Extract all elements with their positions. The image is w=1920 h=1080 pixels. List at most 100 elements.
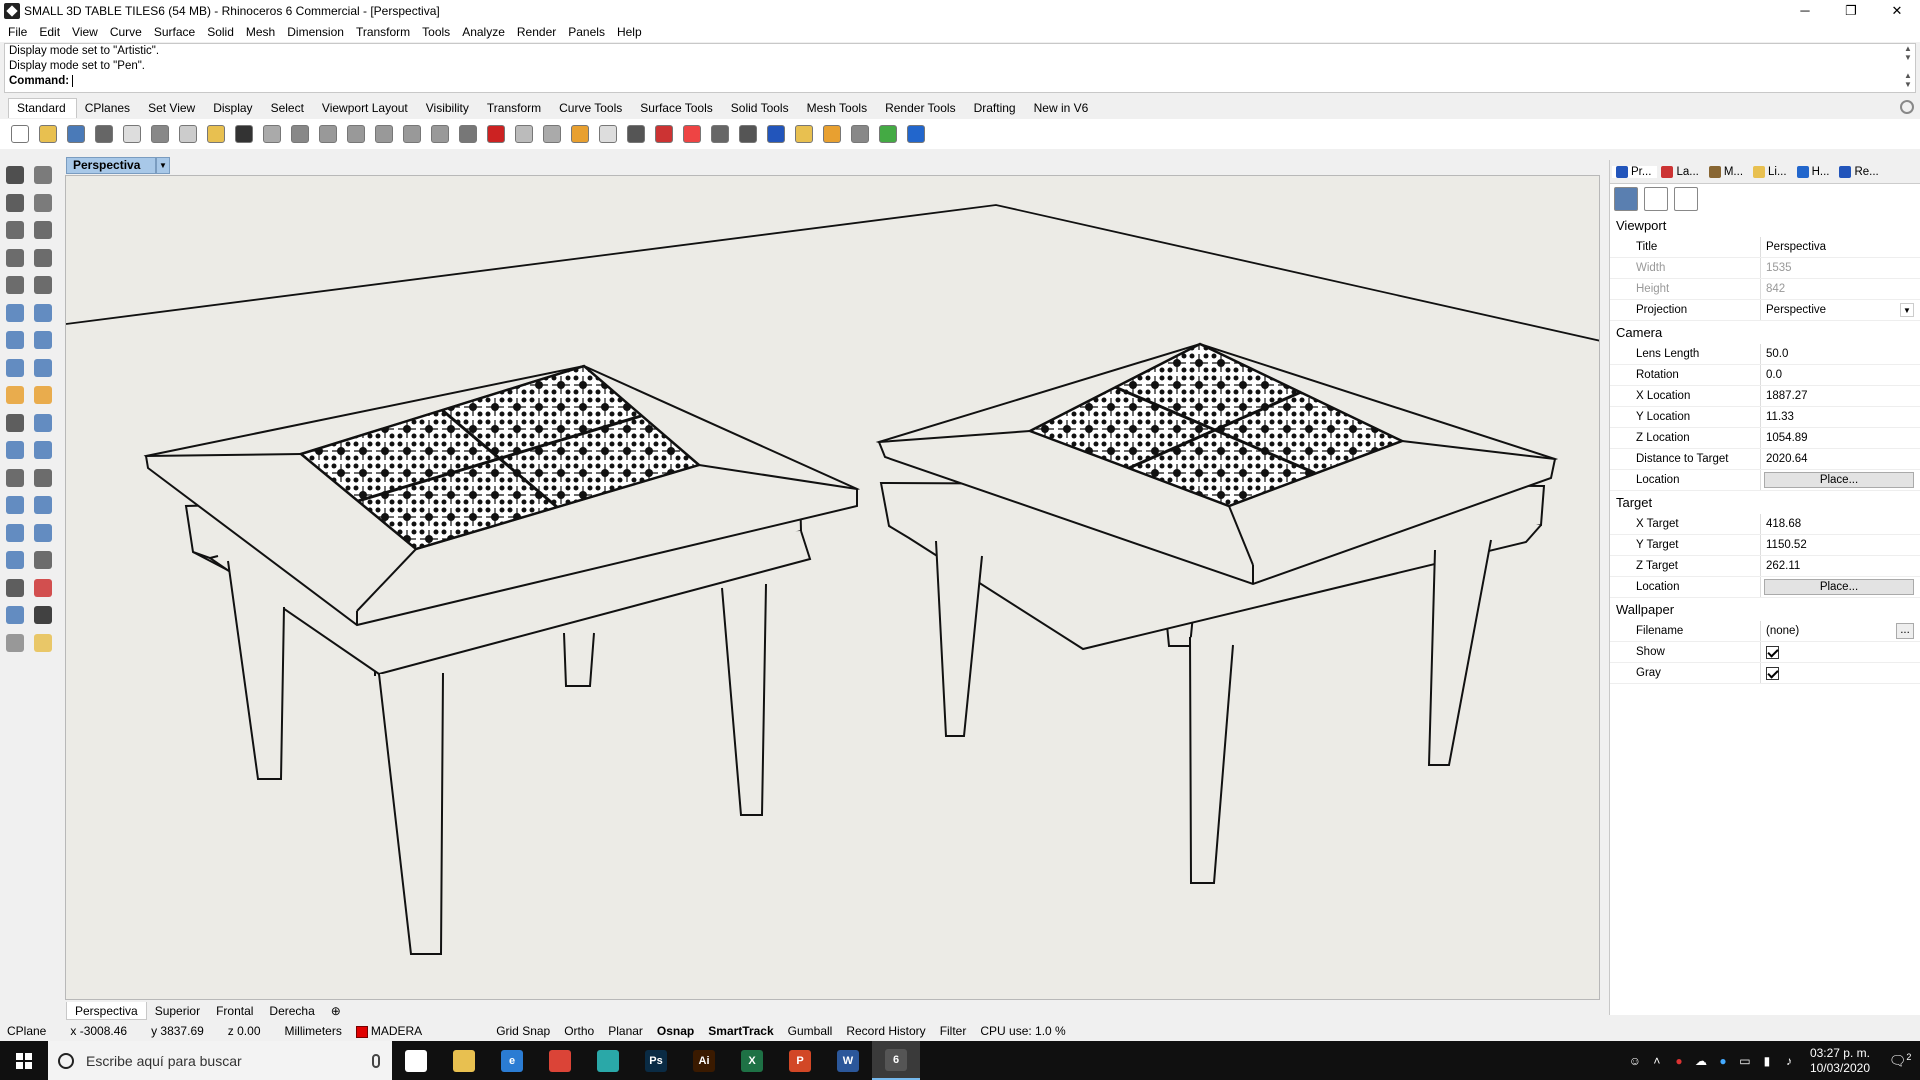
close-button[interactable]: ✕	[1874, 0, 1920, 22]
open-icon[interactable]	[36, 122, 60, 146]
edge-icon[interactable]: e	[488, 1041, 536, 1080]
circle-icon[interactable]	[3, 218, 27, 242]
word-icon[interactable]: W	[824, 1041, 872, 1080]
arc-icon[interactable]	[3, 246, 27, 270]
camera-icon[interactable]	[1614, 187, 1638, 211]
distance-to-target-field[interactable]: 2020.64	[1760, 449, 1920, 469]
join-icon[interactable]	[3, 438, 27, 462]
command-line[interactable]: Command:	[5, 74, 1915, 89]
zoom-selected-icon[interactable]	[400, 122, 424, 146]
extrude-curve-icon[interactable]	[3, 301, 27, 325]
shaded-icon[interactable]	[708, 122, 732, 146]
flashlight-icon[interactable]	[792, 122, 816, 146]
rhino-app-icon[interactable]	[4, 3, 20, 19]
text-icon[interactable]	[3, 493, 27, 517]
gray-checkbox[interactable]	[1766, 666, 1779, 680]
panel-tab-help-panel[interactable]: H...	[1793, 165, 1836, 178]
show-checkbox[interactable]	[1766, 645, 1779, 659]
tab-set-view[interactable]: Set View	[140, 99, 205, 118]
explode-icon[interactable]	[31, 383, 55, 407]
surface-icon[interactable]	[31, 301, 55, 325]
add-viewport-tab-icon[interactable]: ⊕	[323, 1002, 349, 1020]
menu-mesh[interactable]: Mesh	[242, 25, 283, 39]
tab-render-tools[interactable]: Render Tools	[877, 99, 966, 118]
rotation-field[interactable]: 0.0	[1760, 365, 1920, 385]
units-indicator[interactable]: Millimeters	[278, 1022, 349, 1040]
mirror-icon[interactable]	[31, 521, 55, 545]
minimize-button[interactable]: ─	[1782, 0, 1828, 22]
cloud-icon[interactable]: ☁	[1690, 1054, 1712, 1068]
help-icon[interactable]	[904, 122, 928, 146]
options-icon[interactable]	[820, 122, 844, 146]
measure-icon[interactable]	[31, 548, 55, 572]
menu-analyze[interactable]: Analyze	[458, 25, 513, 39]
tab-new-in-v6[interactable]: New in V6	[1026, 99, 1099, 118]
illustrator-icon[interactable]: Ai	[680, 1041, 728, 1080]
menu-render[interactable]: Render	[513, 25, 564, 39]
viewport-dropdown-icon[interactable]: ▼	[156, 157, 170, 174]
browse-button[interactable]: ...	[1896, 623, 1914, 639]
menu-curve[interactable]: Curve	[106, 25, 150, 39]
tab-cplanes[interactable]: CPlanes	[77, 99, 140, 118]
panel-tab-layers[interactable]: La...	[1657, 165, 1704, 178]
copy-icon[interactable]	[176, 122, 200, 146]
photoshop-icon[interactable]: Ps	[632, 1041, 680, 1080]
render-sphere-icon[interactable]	[764, 122, 788, 146]
fillet-curve-icon[interactable]	[31, 273, 55, 297]
battery-icon[interactable]: ▮	[1756, 1054, 1778, 1068]
ellipse-icon[interactable]	[31, 218, 55, 242]
zoom-window-icon[interactable]	[344, 122, 368, 146]
menu-surface[interactable]: Surface	[150, 25, 203, 39]
undo-view-icon[interactable]	[428, 122, 452, 146]
toggle-osnap[interactable]: Osnap	[650, 1022, 701, 1040]
select-arrow-icon[interactable]	[3, 163, 27, 187]
tab-solid-tools[interactable]: Solid Tools	[723, 99, 799, 118]
rotate-view-icon[interactable]	[288, 122, 312, 146]
warning-icon[interactable]	[31, 631, 55, 655]
polygon-icon[interactable]	[3, 273, 27, 297]
scale-icon[interactable]	[31, 493, 55, 517]
toolbar-gear-icon[interactable]	[1900, 100, 1914, 114]
volume-icon[interactable]: ♪	[1778, 1054, 1800, 1068]
z-target-field[interactable]: 262.11	[1760, 556, 1920, 576]
antivirus-icon[interactable]: ●	[1668, 1054, 1690, 1068]
panel-tab-properties[interactable]: Pr...	[1612, 165, 1658, 178]
rendered-icon[interactable]	[736, 122, 760, 146]
chevron-down-icon[interactable]: ▼	[1900, 303, 1914, 317]
x-location-field[interactable]: 1887.27	[1760, 386, 1920, 406]
dimension-icon[interactable]	[848, 122, 872, 146]
network-icon[interactable]: ▭	[1734, 1054, 1756, 1068]
cut-icon[interactable]	[148, 122, 172, 146]
chevron-up-icon[interactable]: ˄	[1646, 1054, 1668, 1068]
point-icon[interactable]	[31, 163, 55, 187]
array-icon[interactable]	[3, 521, 27, 545]
layer-indicator[interactable]: MADERA	[349, 1022, 429, 1040]
y-target-field[interactable]: 1150.52	[1760, 535, 1920, 555]
car-icon[interactable]	[484, 122, 508, 146]
undo-icon[interactable]	[232, 122, 256, 146]
filename-field[interactable]: (none)...	[1760, 621, 1920, 641]
panel-tab-materials[interactable]: M...	[1705, 165, 1749, 178]
globe-icon[interactable]	[876, 122, 900, 146]
toggle-gumball[interactable]: Gumball	[781, 1022, 840, 1040]
offset-icon[interactable]	[3, 466, 27, 490]
lock-icon[interactable]	[624, 122, 648, 146]
menu-tools[interactable]: Tools	[418, 25, 458, 39]
menu-dimension[interactable]: Dimension	[283, 25, 352, 39]
command-scrollbar[interactable]: ▲ ▼ ▲ ▼	[1901, 44, 1915, 92]
grid-array-icon[interactable]	[3, 576, 27, 600]
tab-transform[interactable]: Transform	[479, 99, 551, 118]
cplane-icon[interactable]	[540, 122, 564, 146]
boolean-icon[interactable]	[3, 383, 27, 407]
dimension-tool-icon[interactable]	[3, 548, 27, 572]
tab-perspectiva[interactable]: Perspectiva	[66, 1002, 147, 1020]
osnap-icon[interactable]	[568, 122, 592, 146]
menu-edit[interactable]: Edit	[35, 25, 68, 39]
layer-icon[interactable]	[652, 122, 676, 146]
cplane-indicator[interactable]: CPlane	[0, 1022, 53, 1040]
control-point-curve-icon[interactable]	[31, 191, 55, 215]
toggle-record-history[interactable]: Record History	[839, 1022, 932, 1040]
history-icon[interactable]	[31, 576, 55, 600]
toggle-ortho[interactable]: Ortho	[557, 1022, 601, 1040]
light-bulb-icon[interactable]	[596, 122, 620, 146]
